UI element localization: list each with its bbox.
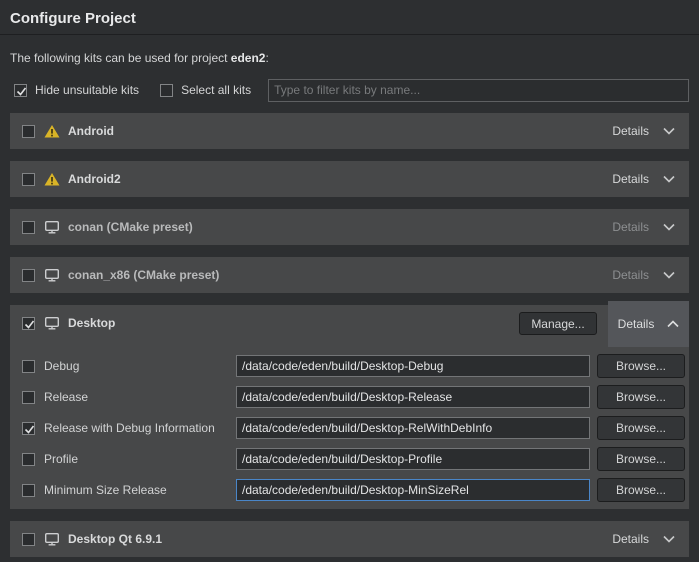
chevron-down-icon [663, 535, 675, 543]
kit-name: conan_x86 (CMake preset) [68, 268, 219, 282]
build-path-input[interactable] [236, 355, 590, 377]
kit-checkbox[interactable] [22, 125, 35, 138]
kits-subtitle: The following kits can be used for proje… [10, 51, 689, 65]
kit-row-android2: Android2 Details [10, 161, 689, 197]
config-label: Profile [44, 452, 236, 466]
config-checkbox[interactable] [22, 391, 35, 404]
project-name: eden2 [231, 51, 266, 65]
kit-name: Desktop [68, 316, 115, 330]
page-header: Configure Project [0, 0, 699, 35]
kit-checkbox[interactable] [22, 221, 35, 234]
desktop-icon [44, 268, 60, 282]
desktop-icon [44, 220, 60, 234]
build-path-input[interactable] [236, 448, 590, 470]
build-config-row-relwithdebinfo: Release with Debug Information Browse... [22, 417, 685, 439]
build-config-row-release: Release Browse... [22, 386, 685, 408]
kit-checkbox[interactable] [22, 269, 35, 282]
kit-section-desktop: Details Desktop Manage... Debug Browse..… [10, 305, 689, 509]
build-path-input-focused[interactable] [236, 479, 590, 501]
build-config-row-minsizerel: Minimum Size Release Browse... [22, 479, 685, 501]
kit-list: Android Details Android2 Details conan (… [10, 113, 689, 557]
chevron-down-icon [663, 127, 675, 135]
desktop-icon [44, 532, 60, 546]
select-all-label[interactable]: Select all kits [181, 83, 251, 97]
kit-row-conan-x86: conan_x86 (CMake preset) Details [10, 257, 689, 293]
details-button-expanded[interactable]: Details [608, 301, 689, 347]
details-button[interactable]: Details [612, 124, 677, 138]
kit-row-conan: conan (CMake preset) Details [10, 209, 689, 245]
build-config-row-profile: Profile Browse... [22, 448, 685, 470]
config-label: Debug [44, 359, 236, 373]
chevron-down-icon [663, 175, 675, 183]
build-config-list: Debug Browse... Release Browse... Releas… [10, 341, 689, 501]
kit-name: Android [68, 124, 114, 138]
select-all-group: Select all kits [160, 83, 251, 97]
kit-checkbox[interactable] [22, 533, 35, 546]
kit-row-android: Android Details [10, 113, 689, 149]
config-label: Release with Debug Information [44, 421, 236, 435]
config-checkbox[interactable] [22, 422, 35, 435]
manage-button[interactable]: Manage... [519, 312, 597, 335]
kit-name: Desktop Qt 6.9.1 [68, 532, 162, 546]
config-checkbox[interactable] [22, 360, 35, 373]
chevron-down-icon [663, 271, 675, 279]
kit-filter-input[interactable] [268, 79, 689, 102]
config-label: Minimum Size Release [44, 483, 236, 497]
check-icon [23, 318, 36, 331]
browse-button[interactable]: Browse... [597, 354, 685, 378]
kit-checkbox[interactable] [22, 173, 35, 186]
hide-unsuitable-label[interactable]: Hide unsuitable kits [35, 83, 139, 97]
details-button[interactable]: Details [612, 172, 677, 186]
browse-button[interactable]: Browse... [597, 416, 685, 440]
chevron-up-icon [667, 320, 679, 328]
kit-checkbox[interactable] [22, 317, 35, 330]
config-checkbox[interactable] [22, 484, 35, 497]
warning-icon [44, 172, 60, 186]
build-path-input[interactable] [236, 417, 590, 439]
browse-button[interactable]: Browse... [597, 385, 685, 409]
check-icon [23, 423, 36, 436]
warning-icon [44, 124, 60, 138]
page-title: Configure Project [10, 10, 689, 27]
details-button[interactable]: Details [612, 268, 677, 282]
browse-button[interactable]: Browse... [597, 447, 685, 471]
config-checkbox[interactable] [22, 453, 35, 466]
subtitle-text: The following kits can be used for proje… [10, 51, 231, 65]
details-button[interactable]: Details [612, 532, 677, 546]
kit-row-desktop-qt: Desktop Qt 6.9.1 Details [10, 521, 689, 557]
kit-name: conan (CMake preset) [68, 220, 193, 234]
config-label: Release [44, 390, 236, 404]
build-path-input[interactable] [236, 386, 590, 408]
hide-unsuitable-group: Hide unsuitable kits [14, 83, 139, 97]
browse-button[interactable]: Browse... [597, 478, 685, 502]
hide-unsuitable-checkbox[interactable] [14, 84, 27, 97]
chevron-down-icon [663, 223, 675, 231]
desktop-icon [44, 316, 60, 330]
details-button[interactable]: Details [612, 220, 677, 234]
kit-name: Android2 [68, 172, 121, 186]
check-icon [15, 85, 28, 98]
kit-filter-controls: Hide unsuitable kits Select all kits [10, 78, 689, 102]
select-all-checkbox[interactable] [160, 84, 173, 97]
build-config-row-debug: Debug Browse... [22, 355, 685, 377]
